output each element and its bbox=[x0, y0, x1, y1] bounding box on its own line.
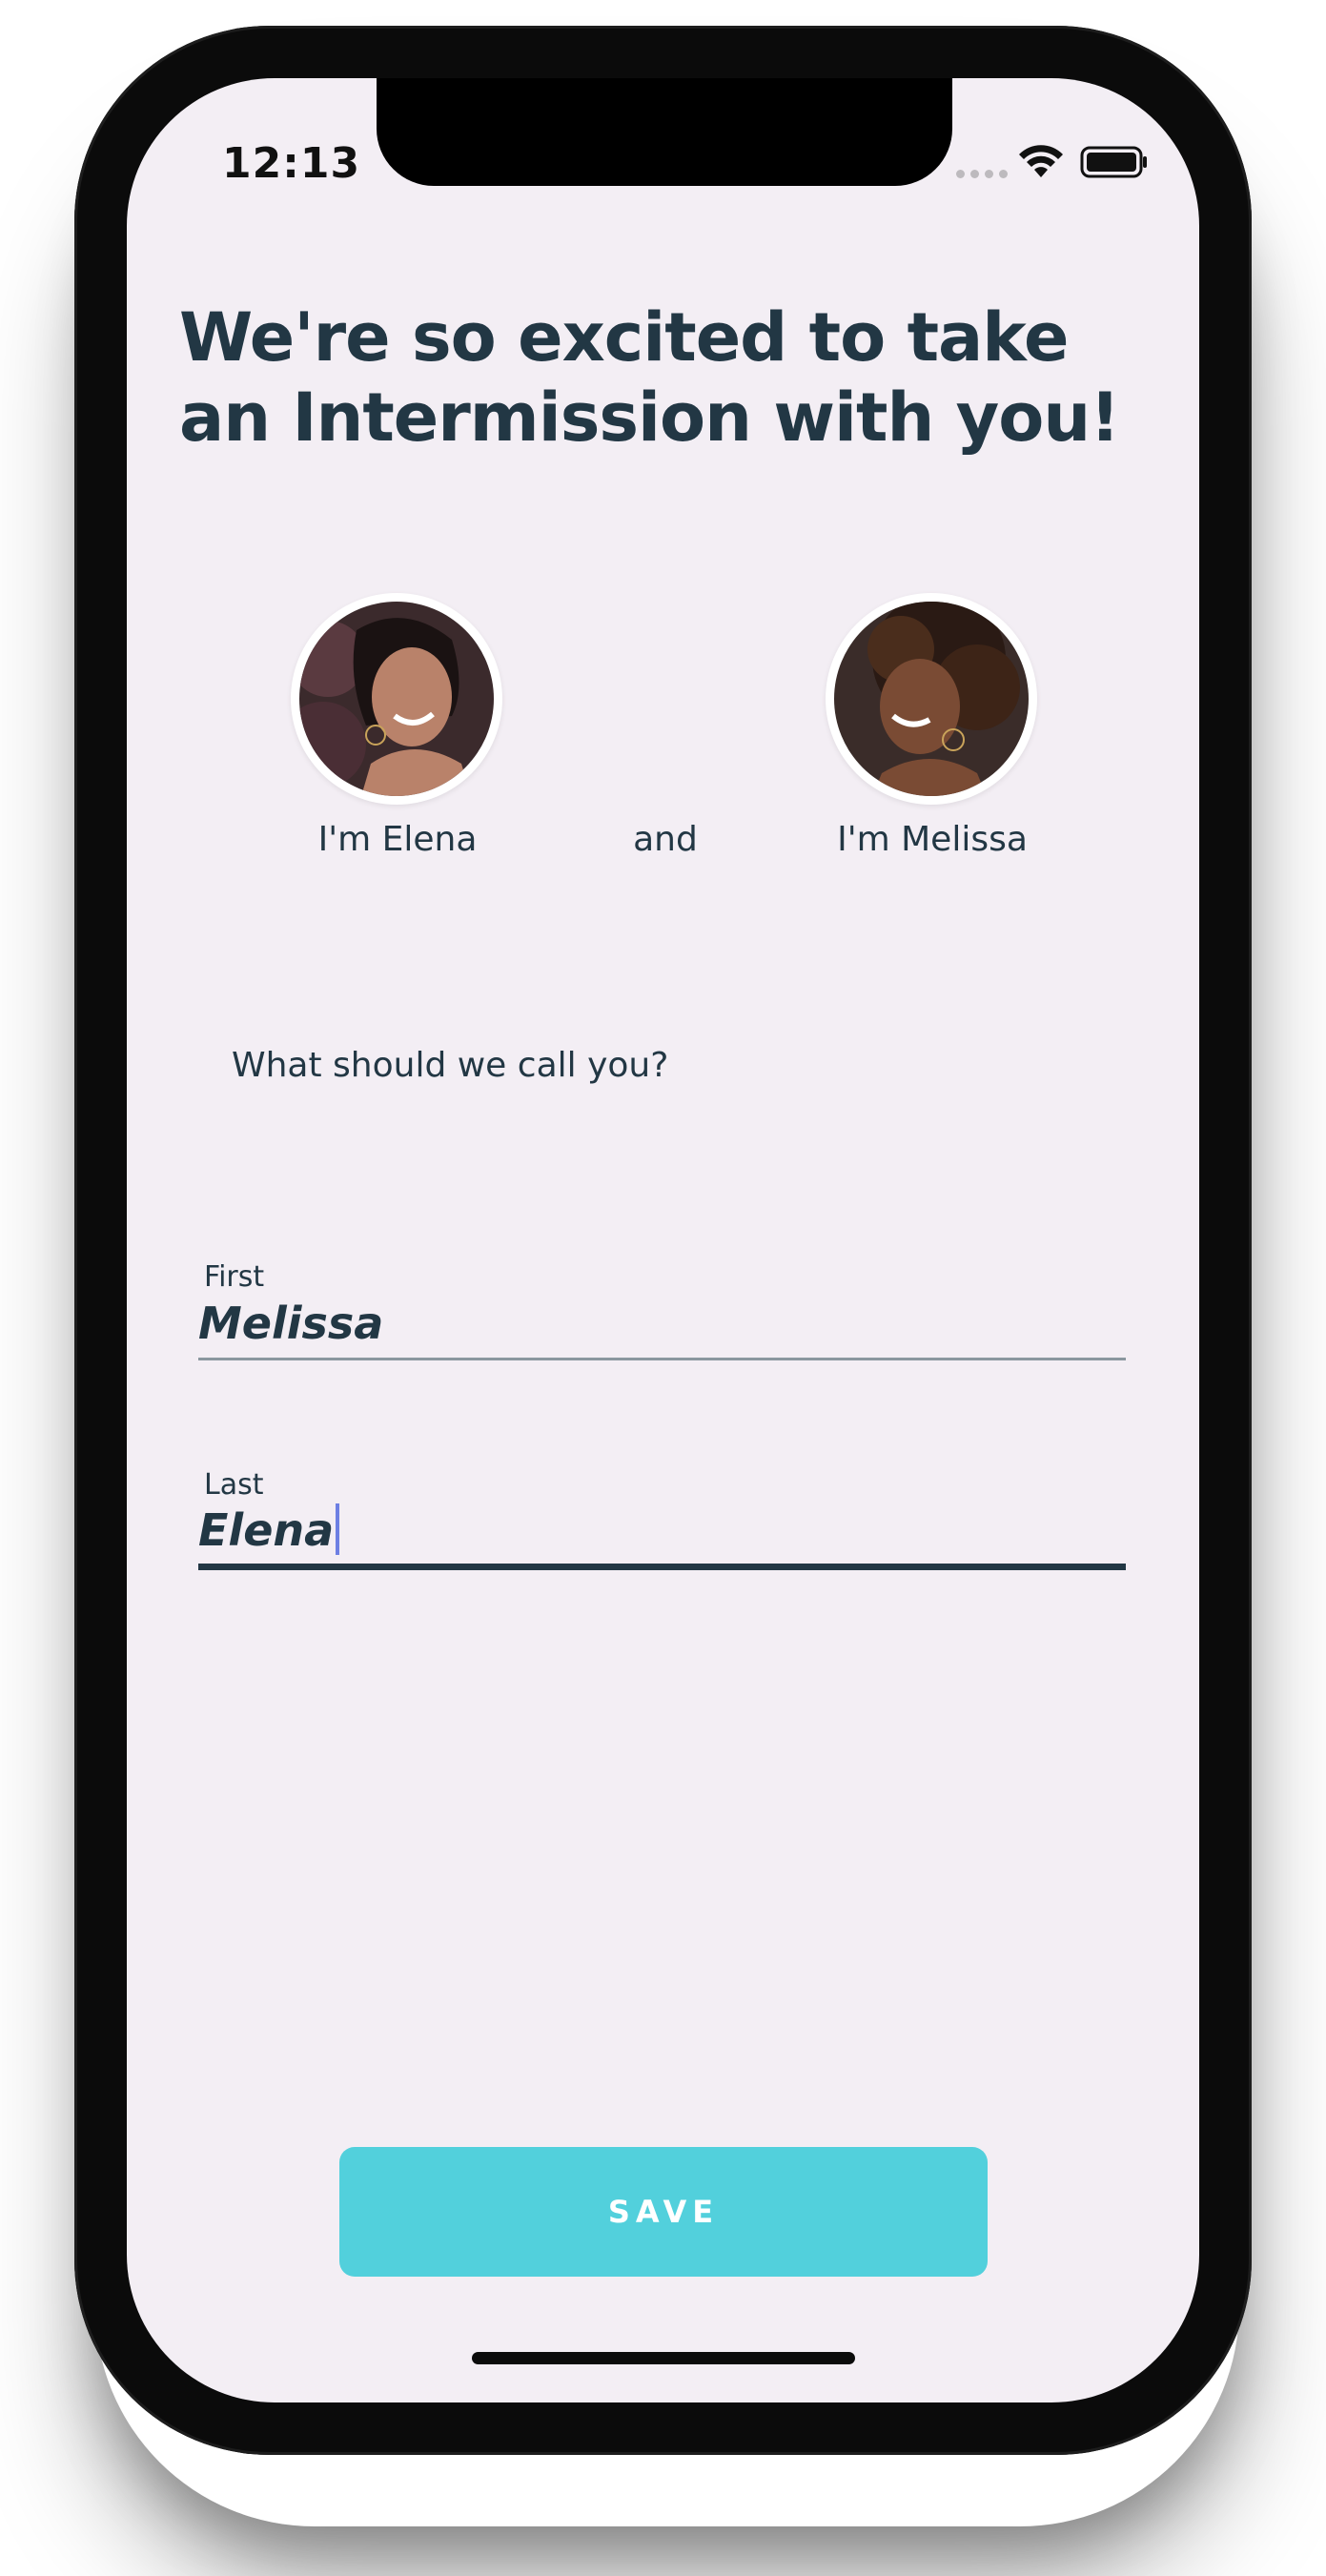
melissa-photo bbox=[834, 602, 1029, 796]
canvas: 12:13 We're so excited to take an Interm… bbox=[0, 0, 1326, 2576]
phone-frame: 12:13 We're so excited to take an Interm… bbox=[74, 26, 1252, 2455]
host-label-elena: I'm Elena bbox=[317, 820, 478, 859]
status-time: 12:13 bbox=[222, 139, 361, 188]
last-name-underline-active bbox=[198, 1564, 1126, 1570]
first-name-underline bbox=[198, 1358, 1126, 1360]
app-screen: 12:13 We're so excited to take an Interm… bbox=[127, 78, 1199, 2402]
host-label-melissa: I'm Melissa bbox=[837, 820, 1028, 859]
first-name-input[interactable] bbox=[198, 1295, 1126, 1352]
page-title: We're so excited to take an Intermission… bbox=[179, 298, 1120, 457]
notch bbox=[377, 78, 952, 186]
last-name-input[interactable]: Elena bbox=[198, 1503, 1126, 1560]
text-caret bbox=[336, 1503, 340, 1555]
elena-photo bbox=[299, 602, 494, 796]
last-name-value: Elena bbox=[198, 1504, 335, 1556]
avatar-melissa bbox=[826, 593, 1037, 805]
last-name-label: Last bbox=[204, 1468, 264, 1502]
name-question: What should we call you? bbox=[232, 1046, 669, 1085]
battery-icon bbox=[1080, 146, 1147, 178]
last-name-field: Last Elena bbox=[198, 1468, 1126, 1570]
first-name-field: First bbox=[198, 1260, 1126, 1360]
signal-dots-icon bbox=[956, 170, 1008, 178]
avatar-elena bbox=[291, 593, 502, 805]
wifi-icon bbox=[1019, 145, 1063, 177]
host-connector: and bbox=[633, 820, 698, 859]
home-indicator bbox=[472, 2352, 855, 2364]
save-button[interactable]: SAVE bbox=[339, 2147, 988, 2277]
first-name-label: First bbox=[204, 1260, 265, 1294]
